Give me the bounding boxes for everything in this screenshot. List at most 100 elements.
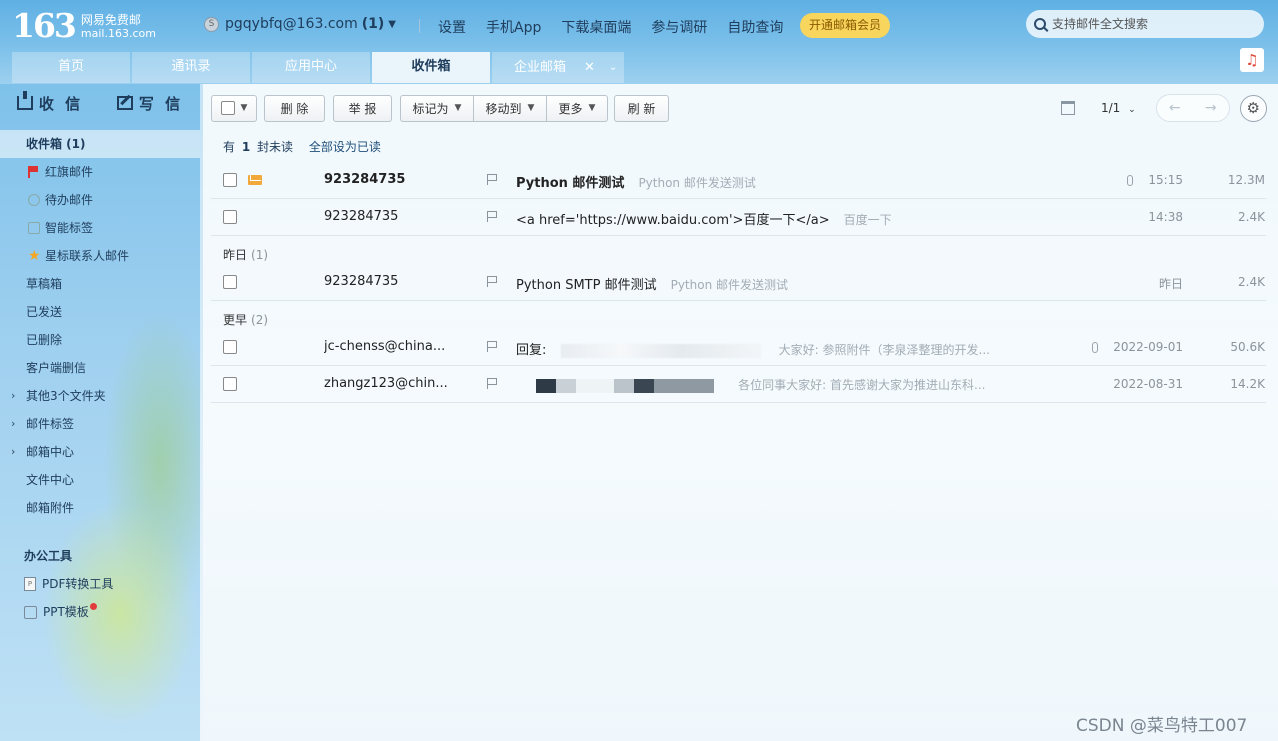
logo-domain: mail.163.com <box>80 27 156 40</box>
compose-mail-button[interactable]: 写 信 <box>100 84 200 122</box>
mail-row[interactable]: jc-chenss@china... 回复: 大家好: 参照附件（李泉泽整理的开… <box>211 329 1266 366</box>
vip-membership-button[interactable]: 开通邮箱会员 <box>800 13 890 38</box>
chevron-right-icon: › <box>11 417 16 430</box>
nav-download-desktop[interactable]: 下载桌面端 <box>561 17 631 37</box>
tool-label: PPT模板 <box>43 605 89 619</box>
mail-preview: 各位同事大家好: 首先感谢大家为推进山东科... <box>738 378 986 392</box>
search-input[interactable] <box>1052 17 1252 31</box>
tool-pdf-converter[interactable]: P PDF转换工具 <box>0 570 200 598</box>
flag-icon[interactable] <box>487 211 497 222</box>
nav-self-service[interactable]: 自助查询 <box>727 17 783 37</box>
arrow-right-icon[interactable]: → <box>1193 95 1229 121</box>
sidebar-item-file-center[interactable]: 文件中心 <box>0 466 200 494</box>
divider <box>419 19 420 33</box>
mail-checkbox[interactable] <box>223 173 237 187</box>
report-button[interactable]: 举 报 <box>333 94 392 122</box>
star-icon: ★ <box>28 248 41 264</box>
redacted-text <box>560 343 761 358</box>
sidebar-item-label: 红旗邮件 <box>45 165 94 179</box>
paperclip-icon <box>1127 175 1133 186</box>
redacted-text <box>576 378 614 393</box>
account-switcher[interactable]: S pgqybfq@163.com (1) ▼ <box>204 16 396 32</box>
tab-inbox[interactable]: 收件箱 <box>372 52 490 83</box>
tab-app-center[interactable]: 应用中心 <box>252 52 370 83</box>
nav-settings[interactable]: 设置 <box>438 17 466 37</box>
chevron-down-icon[interactable]: ⌄ <box>609 53 617 83</box>
unread-summary: 有 1 封未读 全部设为已读 <box>223 138 381 155</box>
mail-row[interactable]: 923284735 <a href='https://www.baidu.com… <box>211 199 1266 236</box>
mail-row[interactable]: 923284735 Python SMTP 邮件测试 Python 邮件发送测试 … <box>211 264 1266 301</box>
arrow-left-icon[interactable]: ← <box>1157 95 1193 121</box>
mail-checkbox[interactable] <box>223 275 237 289</box>
move-to-label: 移动到 <box>485 101 522 116</box>
receive-mail-button[interactable]: 收 信 <box>0 84 100 122</box>
mail-subject: Python 邮件测试 Python 邮件发送测试 <box>516 172 756 191</box>
tab-contacts[interactable]: 通讯录 <box>132 52 250 83</box>
delete-button[interactable]: 删 除 <box>264 94 325 122</box>
chevron-down-icon: ▼ <box>240 103 248 113</box>
sidebar-item-starred-contacts[interactable]: ★ 星标联系人邮件 <box>0 242 200 270</box>
move-to-button[interactable]: 移动到 ▼ <box>473 94 547 122</box>
sidebar-item-attachments[interactable]: 邮箱附件 <box>0 494 200 522</box>
tool-ppt-templates[interactable]: PPT模板 <box>0 598 200 626</box>
sidebar-item-sent[interactable]: 已发送 <box>0 298 200 326</box>
more-button[interactable]: 更多 ▼ <box>546 94 608 122</box>
sidebar-item-client-deleted[interactable]: 客户端删信 <box>0 354 200 382</box>
mail-checkbox[interactable] <box>223 340 237 354</box>
sidebar-item-red-flag[interactable]: 红旗邮件 <box>0 158 200 186</box>
sidebar-item-todo[interactable]: 待办邮件 <box>0 186 200 214</box>
tool-label: PDF转换工具 <box>42 577 114 591</box>
sidebar-item-other-folders[interactable]: › 其他3个文件夹 <box>0 382 200 410</box>
tab-home[interactable]: 首页 <box>12 52 130 83</box>
mail-row[interactable]: zhangz123@chin... 各位同事大家好: 首先感谢大家为推进山东科.… <box>211 366 1266 403</box>
office-tools-title: 办公工具 <box>24 549 73 563</box>
mark-as-button[interactable]: 标记为 ▼ <box>400 94 474 122</box>
mail-subject-text: Python 邮件测试 <box>516 176 625 191</box>
sidebar-item-label: 文件中心 <box>26 473 75 487</box>
mail-subject: 各位同事大家好: 首先感谢大家为推进山东科... <box>536 376 985 393</box>
sidebar-item-label: 邮件标签 <box>26 417 75 431</box>
chevron-down-icon: ▼ <box>527 103 535 113</box>
page-indicator[interactable]: 1/1 ⌄ <box>1101 101 1136 115</box>
sidebar-item-label: 其他3个文件夹 <box>26 389 106 403</box>
unread-prefix: 有 <box>223 140 236 154</box>
calendar-icon[interactable] <box>1061 101 1075 115</box>
mail-sender: 923284735 <box>324 172 406 187</box>
nav-mobile-app[interactable]: 手机App <box>486 17 541 37</box>
mail-list-panel: ▼ 删 除 举 报 标记为 ▼ 移动到 ▼ 更多 ▼ 刷 新 1/1 ⌄ ← →… <box>203 84 1278 741</box>
mail-row[interactable]: 923284735 Python 邮件测试 Python 邮件发送测试 15:15… <box>211 162 1266 199</box>
chevron-right-icon: › <box>11 389 16 402</box>
search-box[interactable] <box>1026 10 1264 38</box>
mail-preview: Python 邮件发送测试 <box>638 176 756 190</box>
sidebar-item-label: 待办邮件 <box>45 193 94 207</box>
flag-icon[interactable] <box>487 174 497 185</box>
sidebar-item-label: 邮箱附件 <box>26 501 75 515</box>
flag-icon[interactable] <box>487 378 497 389</box>
nav-survey[interactable]: 参与调研 <box>651 17 707 37</box>
sidebar-item-drafts[interactable]: 草稿箱 <box>0 270 200 298</box>
tab-enterprise-mail[interactable]: 企业邮箱 ✕ ⌄ <box>492 52 624 83</box>
tab-bar: 首页 通讯录 应用中心 收件箱 企业邮箱 ✕ ⌄ <box>12 52 626 83</box>
redacted-text <box>654 378 714 393</box>
close-icon[interactable]: ✕ <box>584 53 595 83</box>
mark-all-read-link[interactable]: 全部设为已读 <box>309 140 381 154</box>
flag-icon[interactable] <box>487 276 497 287</box>
mail-checkbox[interactable] <box>223 210 237 224</box>
flag-icon[interactable] <box>487 341 497 352</box>
logo[interactable]: 163 网易免费邮 mail.163.com <box>12 8 156 44</box>
refresh-button[interactable]: 刷 新 <box>614 94 669 122</box>
notification-dot <box>89 602 97 610</box>
sidebar-item-smart-tags[interactable]: 智能标签 <box>0 214 200 242</box>
group-label: 更早 <box>223 313 248 327</box>
sidebar-item-mail-tags[interactable]: › 邮件标签 <box>0 410 200 438</box>
sidebar-item-mail-center[interactable]: › 邮箱中心 <box>0 438 200 466</box>
select-all-dropdown[interactable]: ▼ <box>211 94 257 122</box>
unread-suffix: 封未读 <box>257 140 294 154</box>
gear-icon[interactable]: ⚙ <box>1239 94 1267 122</box>
clock-icon <box>28 194 40 206</box>
music-note-icon[interactable]: ♫ <box>1240 48 1264 72</box>
sidebar-item-deleted[interactable]: 已删除 <box>0 326 200 354</box>
mail-checkbox[interactable] <box>223 377 237 391</box>
select-all-checkbox[interactable] <box>220 101 235 115</box>
sidebar-item-inbox[interactable]: 收件箱 (1) <box>0 130 200 158</box>
